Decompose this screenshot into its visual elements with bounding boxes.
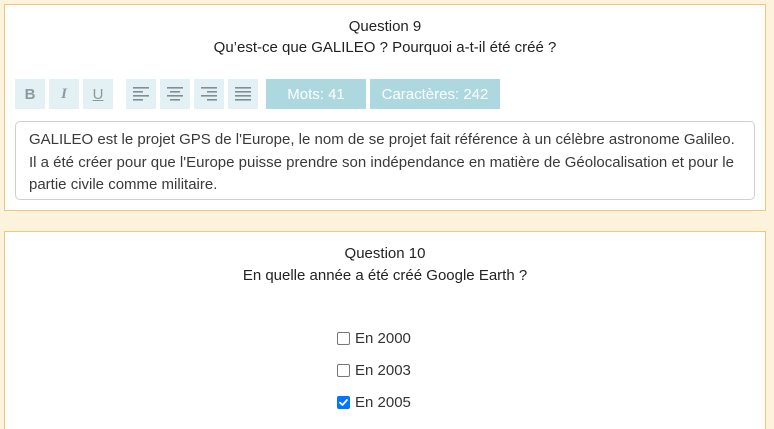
- underline-icon: U: [92, 85, 104, 103]
- align-justify-icon: [235, 87, 251, 101]
- char-count-badge: Caractères: 242: [370, 79, 500, 109]
- question-10-title: Question 10: [344, 245, 426, 262]
- bold-icon: B: [24, 85, 36, 103]
- align-right-icon: [201, 87, 217, 101]
- align-left-button[interactable]: [126, 79, 156, 109]
- italic-icon: I: [61, 85, 67, 102]
- align-right-button[interactable]: [194, 79, 224, 109]
- question-9-card: Question 9 Qu’est-ce que GALILEO ? Pourq…: [4, 4, 766, 211]
- checkmark-icon: [339, 398, 348, 406]
- align-left-icon: [133, 87, 149, 101]
- answer-textarea[interactable]: GALILEO est le projet GPS de l'Europe, l…: [15, 121, 755, 200]
- checkbox-2005[interactable]: [337, 395, 350, 409]
- checkbox-2000[interactable]: [337, 331, 350, 345]
- option-label: En 2005: [355, 393, 411, 411]
- align-center-icon: [167, 87, 183, 101]
- bold-button[interactable]: B: [15, 79, 45, 109]
- option-2000[interactable]: En 2000: [337, 328, 411, 348]
- question-9-text: Qu’est-ce que GALILEO ? Pourquoi a-t-il …: [213, 39, 557, 56]
- option-2005[interactable]: En 2005: [337, 392, 411, 412]
- word-count-badge: Mots: 41: [266, 79, 366, 109]
- question-10-card: Question 10 En quelle année a été créé G…: [4, 231, 766, 429]
- question-10-text: En quelle année a été créé Google Earth …: [242, 267, 528, 284]
- underline-button[interactable]: U: [83, 79, 113, 109]
- align-justify-button[interactable]: [228, 79, 258, 109]
- option-2003[interactable]: En 2003: [337, 360, 411, 380]
- checkbox-2003[interactable]: [337, 363, 350, 377]
- question-9-title: Question 9: [348, 18, 422, 35]
- option-label: En 2003: [355, 361, 411, 379]
- align-center-button[interactable]: [160, 79, 190, 109]
- option-label: En 2000: [355, 329, 411, 347]
- italic-button[interactable]: I: [49, 79, 79, 109]
